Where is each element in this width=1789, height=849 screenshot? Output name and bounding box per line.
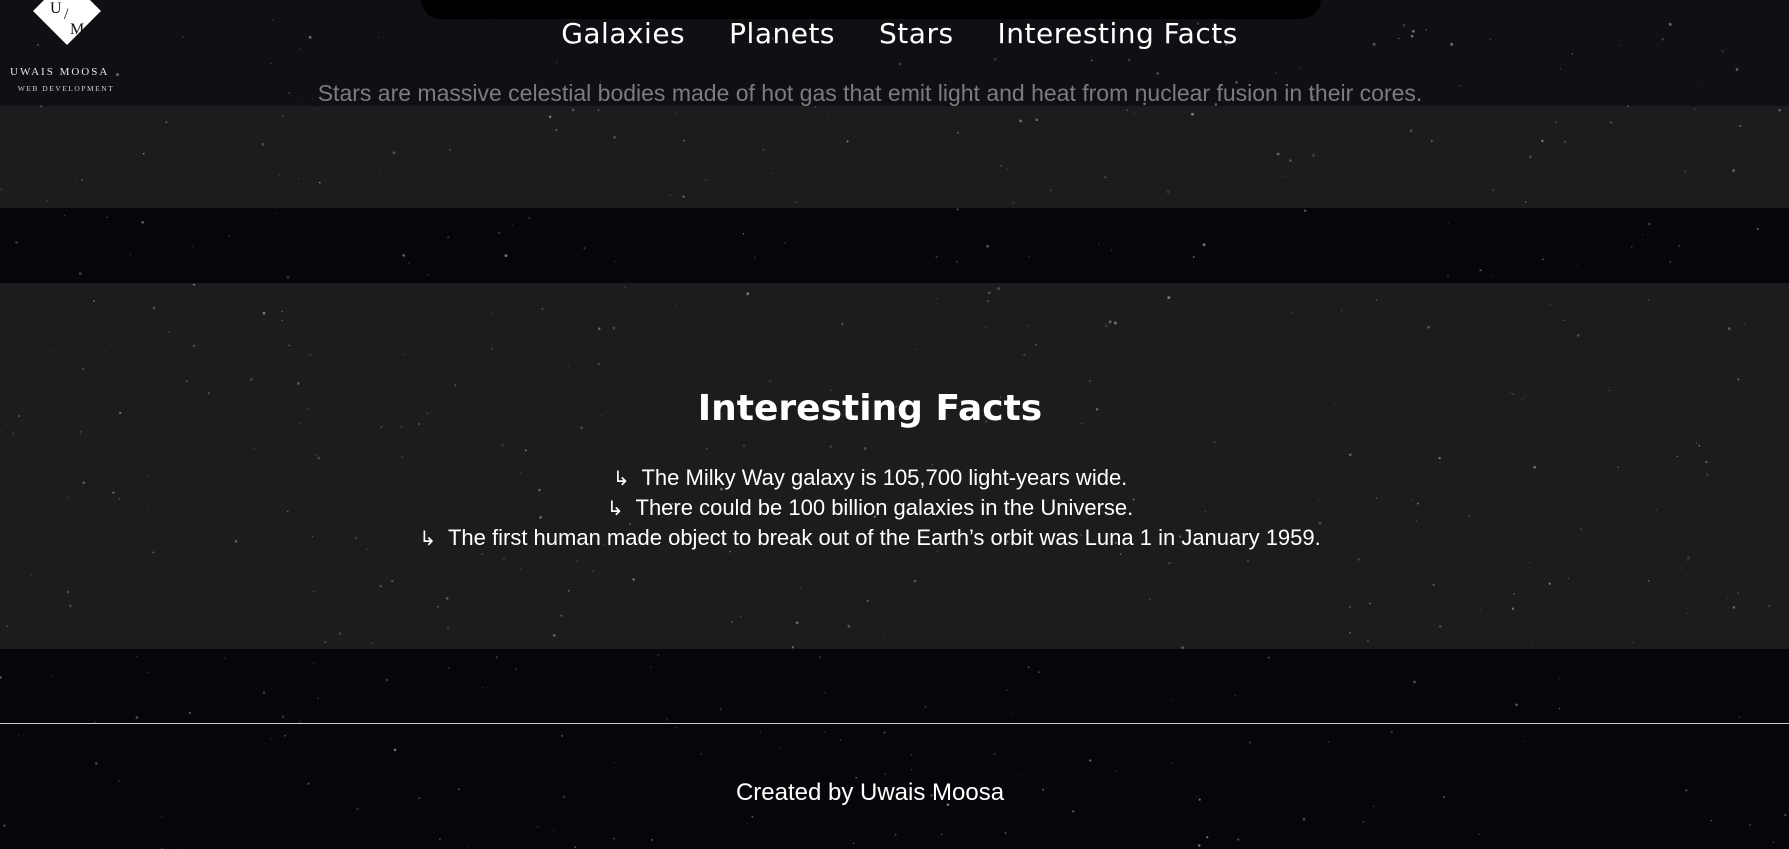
- nav-link-stars[interactable]: Stars: [879, 14, 954, 54]
- return-arrow-icon: ↳: [606, 496, 624, 520]
- stars-description: Stars are massive celestial bodies made …: [317, 80, 1423, 106]
- fact-text: The Milky Way galaxy is 105,700 light-ye…: [641, 465, 1128, 490]
- fact-item: ↳ There could be 100 billion galaxies in …: [0, 493, 1740, 523]
- fact-item: ↳ The first human made object to break ou…: [0, 523, 1740, 553]
- footer-divider: [0, 723, 1789, 724]
- footer-credit: Created by Uwais Moosa: [735, 779, 1005, 806]
- fact-item: ↳ The Milky Way galaxy is 105,700 light-y…: [0, 463, 1740, 493]
- main-nav: Galaxies Planets Stars Interesting Facts: [0, 14, 1789, 54]
- page: U / M UWAIS MOOSA WEB DEVELOPMENT Galaxi…: [0, 0, 1789, 849]
- return-arrow-icon: ↳: [419, 526, 436, 550]
- fact-text: The first human made object to break out…: [447, 525, 1321, 550]
- stars-section-band: [0, 106, 1789, 208]
- logo-name: UWAIS MOOSA: [10, 66, 110, 78]
- facts-heading: Interesting Facts: [697, 388, 1043, 429]
- nav-link-galaxies[interactable]: Galaxies: [561, 14, 685, 54]
- nav-link-interesting-facts[interactable]: Interesting Facts: [998, 14, 1238, 54]
- section-divider-band: [0, 208, 1789, 283]
- return-arrow-icon: ↳: [612, 466, 630, 490]
- facts-list: ↳ The Milky Way galaxy is 105,700 light-y…: [0, 463, 1740, 553]
- footer-band: [0, 649, 1789, 849]
- nav-link-planets[interactable]: Planets: [729, 14, 835, 54]
- fact-text: There could be 100 billion galaxies in t…: [635, 495, 1134, 520]
